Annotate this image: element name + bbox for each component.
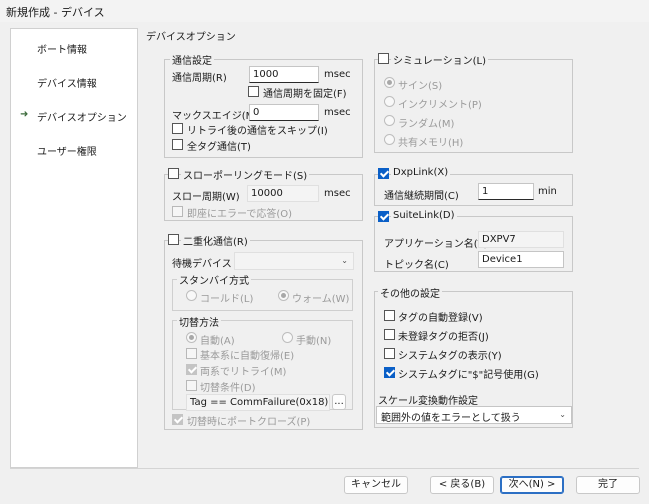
sidebar-item-label: ユーザー権限 <box>37 147 97 158</box>
warm-radio[interactable] <box>278 290 289 301</box>
page-title: デバイスオプション <box>146 32 236 43</box>
immediate-error-checkbox[interactable] <box>172 206 183 217</box>
dxplink-unit: min <box>538 186 557 197</box>
standby-device-label: 待機デバイス <box>172 259 232 270</box>
port-close-label: 切替時にポートクローズ(P) <box>187 417 311 428</box>
scale-value: 範囲外の値をエラーとして扱う <box>381 413 521 424</box>
increment-label: インクリメント(P) <box>398 100 482 111</box>
sidebar-item-port-info[interactable]: ボート情報 <box>37 41 87 56</box>
sidebar-item-user-permissions[interactable]: ユーザー権限 <box>37 143 97 158</box>
other-settings-legend: その他の設定 <box>378 285 442 300</box>
max-age-label: マックスエイジ(M) <box>172 111 259 122</box>
manual-label: 手動(N) <box>296 336 332 347</box>
suitelink-legend: SuiteLink(D) <box>391 210 457 221</box>
dxplink-continue-input[interactable]: 1 <box>478 183 534 200</box>
title-bar: 新規作成 - デバイス <box>0 0 649 22</box>
back-button[interactable]: < 戻る(B) <box>430 476 494 494</box>
sidebar: ボート情報 デバイス情報 ➜ デバイスオプション ユーザー権限 <box>10 28 138 468</box>
standby-method-legend: スタンバイ方式 <box>177 272 251 287</box>
reject-unregistered-checkbox[interactable] <box>384 329 395 340</box>
switch-method-legend: 切替方法 <box>177 314 221 329</box>
comm-period-label: 通信周期(R) <box>172 73 227 84</box>
skip-retry-checkbox[interactable] <box>172 123 183 134</box>
sidebar-item-label: デバイス情報 <box>37 79 97 90</box>
chevron-down-icon: ⌄ <box>559 410 566 419</box>
comm-settings-legend: 通信設定 <box>170 52 214 67</box>
auto-label: 自動(A) <box>200 336 235 347</box>
sine-label: サイン(S) <box>398 81 443 92</box>
redundancy-checkbox[interactable] <box>168 234 179 245</box>
reject-unregistered-label: 未登録タグの拒否(J) <box>398 332 489 343</box>
show-system-tags-checkbox[interactable] <box>384 348 395 359</box>
manual-radio[interactable] <box>282 332 293 343</box>
sidebar-item-label: ボート情報 <box>37 45 87 56</box>
auto-radio[interactable] <box>186 332 197 343</box>
sidebar-item-device-options[interactable]: デバイスオプション <box>37 109 127 124</box>
cold-label: コールド(L) <box>200 294 254 305</box>
suitelink-checkbox[interactable] <box>378 211 389 222</box>
redundancy-legend: 二重化通信(R) <box>181 233 250 248</box>
shared-memory-label: 共有メモリ(H) <box>398 138 464 149</box>
warm-label: ウォーム(W) <box>292 294 350 305</box>
slow-period-unit: msec <box>324 188 351 199</box>
auto-recover-checkbox[interactable] <box>186 348 197 359</box>
increment-radio[interactable] <box>384 96 395 107</box>
comm-period-input[interactable]: 1000 <box>249 66 319 83</box>
max-age-input[interactable]: 0 <box>249 104 319 121</box>
fix-period-checkbox[interactable] <box>248 86 259 97</box>
dxplink-checkbox[interactable] <box>378 168 389 179</box>
arrow-right-icon: ➜ <box>20 109 29 120</box>
chevron-down-icon: ⌄ <box>341 256 348 265</box>
random-radio[interactable] <box>384 115 395 126</box>
next-button[interactable]: 次へ(N) > <box>500 476 564 494</box>
topic-label: トピック名(C) <box>384 260 449 271</box>
retry-both-label: 両系でリトライ(M) <box>200 367 287 378</box>
skip-retry-label: リトライ後の通信をスキップ(I) <box>187 126 328 137</box>
immediate-error-label: 即座にエラーで応答(O) <box>187 209 293 220</box>
sidebar-item-device-info[interactable]: デバイス情報 <box>37 75 97 90</box>
port-close-checkbox[interactable] <box>172 414 183 425</box>
app-name-input[interactable]: DXPV7 <box>478 231 564 248</box>
comm-period-unit: msec <box>324 69 351 80</box>
simulation-legend: シミュレーション(L) <box>391 52 488 67</box>
scale-label: スケール変換動作設定 <box>378 396 478 407</box>
standby-device-select[interactable]: ⌄ <box>234 252 354 270</box>
simulation-checkbox[interactable] <box>378 53 389 64</box>
show-system-tags-label: システムタグの表示(Y) <box>398 351 502 362</box>
auto-recover-label: 基本系に自動復帰(E) <box>200 351 295 362</box>
all-tags-checkbox[interactable] <box>172 139 183 150</box>
use-dollar-label: システムタグに"$"記号使用(G) <box>398 370 539 381</box>
random-label: ランダム(M) <box>398 119 455 130</box>
switch-condition-input[interactable]: Tag == CommFailure(0x18) <box>186 394 330 411</box>
cancel-button[interactable]: キャンセル <box>344 476 408 494</box>
app-name-label: アプリケーション名(T) <box>384 239 488 250</box>
dxplink-legend: DxpLink(X) <box>391 167 451 178</box>
slow-period-label: スロー周期(W) <box>172 192 240 203</box>
fix-period-label: 通信周期を固定(F) <box>263 89 347 100</box>
auto-register-label: タグの自動登録(V) <box>398 313 483 324</box>
condition-browse-button[interactable]: ... <box>332 394 346 410</box>
all-tags-label: 全タグ通信(T) <box>187 142 251 153</box>
switch-condition-checkbox[interactable] <box>186 380 197 391</box>
switch-condition-label: 切替条件(D) <box>200 383 256 394</box>
auto-register-checkbox[interactable] <box>384 310 395 321</box>
use-dollar-checkbox[interactable] <box>384 367 395 378</box>
topic-input[interactable]: Device1 <box>478 251 564 268</box>
retry-both-checkbox[interactable] <box>186 364 197 375</box>
scale-select[interactable]: 範囲外の値をエラーとして扱う ⌄ <box>376 406 572 424</box>
sine-radio[interactable] <box>384 77 395 88</box>
finish-button[interactable]: 完了 <box>576 476 640 494</box>
slow-poll-legend: スローポーリングモード(S) <box>181 167 310 182</box>
cold-radio[interactable] <box>186 290 197 301</box>
window-title: 新規作成 - デバイス <box>6 6 105 19</box>
sidebar-item-label: デバイスオプション <box>37 113 127 124</box>
max-age-unit: msec <box>324 107 351 118</box>
shared-memory-radio[interactable] <box>384 134 395 145</box>
dxplink-continue-label: 通信継続期間(C) <box>384 191 459 202</box>
slow-period-input[interactable]: 10000 <box>247 185 319 202</box>
slow-poll-checkbox[interactable] <box>168 168 179 179</box>
footer-divider <box>10 468 639 469</box>
